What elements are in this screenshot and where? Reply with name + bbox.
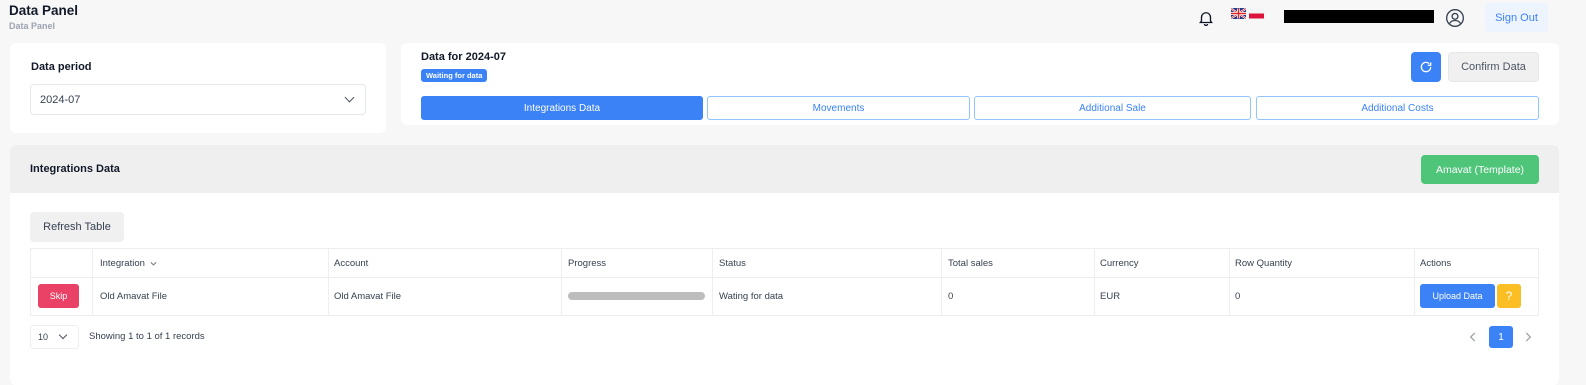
period-label: Data period: [31, 61, 92, 73]
column-header-row-quantity: Row Quantity: [1235, 258, 1293, 269]
cell-status: Wating for data: [719, 291, 784, 302]
column-header-currency: Currency: [1100, 258, 1139, 269]
uk-flag-icon[interactable]: [1231, 8, 1246, 19]
column-header-status: Status: [719, 258, 746, 269]
chevron-down-icon: [344, 92, 355, 103]
skip-button[interactable]: Skip: [38, 284, 79, 308]
help-button[interactable]: ?: [1497, 284, 1521, 308]
column-header-total-sales: Total sales: [948, 258, 993, 269]
poland-flag-icon[interactable]: [1249, 8, 1264, 19]
tab-additional-costs[interactable]: Additional Costs: [1256, 96, 1539, 120]
section-header: [10, 145, 1559, 193]
column-header-label: Integration: [100, 258, 145, 269]
cell-account: Old Amavat File: [334, 291, 402, 302]
tab-additional-sale[interactable]: Additional Sale: [974, 96, 1251, 120]
cell-integration: Old Amavat File: [100, 291, 168, 302]
period-select-value: 2024-07: [40, 94, 81, 106]
refresh-button[interactable]: [1411, 52, 1441, 82]
user-avatar-icon[interactable]: [1445, 8, 1465, 28]
bell-icon[interactable]: [1197, 9, 1215, 27]
column-header-actions: Actions: [1420, 258, 1452, 269]
cell-currency: EUR: [1100, 291, 1121, 302]
status-badge: Waiting for data: [421, 69, 488, 82]
progress-bar: [568, 292, 705, 300]
records-info: Showing 1 to 1 of 1 records: [89, 331, 205, 342]
page-title: Data Panel: [9, 3, 79, 18]
cell-total-sales: 0: [948, 291, 954, 302]
column-header-progress: Progress: [568, 258, 607, 269]
refresh-table-button[interactable]: Refresh Table: [30, 212, 124, 242]
sign-out-button[interactable]: Sign Out: [1485, 3, 1548, 32]
chevron-right-icon[interactable]: [1521, 330, 1535, 344]
column-header-integration[interactable]: Integration: [100, 258, 158, 269]
chevron-down-icon: [58, 330, 68, 340]
integrations-table: [30, 248, 1539, 316]
period-select[interactable]: [30, 84, 366, 115]
breadcrumb: Data Panel: [9, 21, 56, 31]
page-size-value: 10: [38, 332, 49, 342]
confirm-data-button[interactable]: Confirm Data: [1448, 52, 1539, 82]
tab-integrations-data[interactable]: Integrations Data: [421, 96, 703, 120]
data-title: Data for 2024-07: [421, 51, 506, 63]
chevron-left-icon[interactable]: [1466, 330, 1480, 344]
tab-movements[interactable]: Movements: [707, 96, 970, 120]
refresh-icon: [1420, 61, 1432, 73]
cell-row-quantity: 0: [1235, 291, 1241, 302]
amavat-template-button[interactable]: Amavat (Template): [1421, 155, 1539, 184]
column-header-account: Account: [334, 258, 369, 269]
upload-data-button[interactable]: Upload Data: [1420, 284, 1495, 308]
redacted-user-name: [1284, 10, 1434, 23]
section-title: Integrations Data: [30, 163, 120, 175]
page-button-1[interactable]: 1: [1489, 326, 1513, 348]
sort-chevron-down-icon: [150, 262, 157, 266]
language-switcher[interactable]: [1231, 8, 1267, 26]
